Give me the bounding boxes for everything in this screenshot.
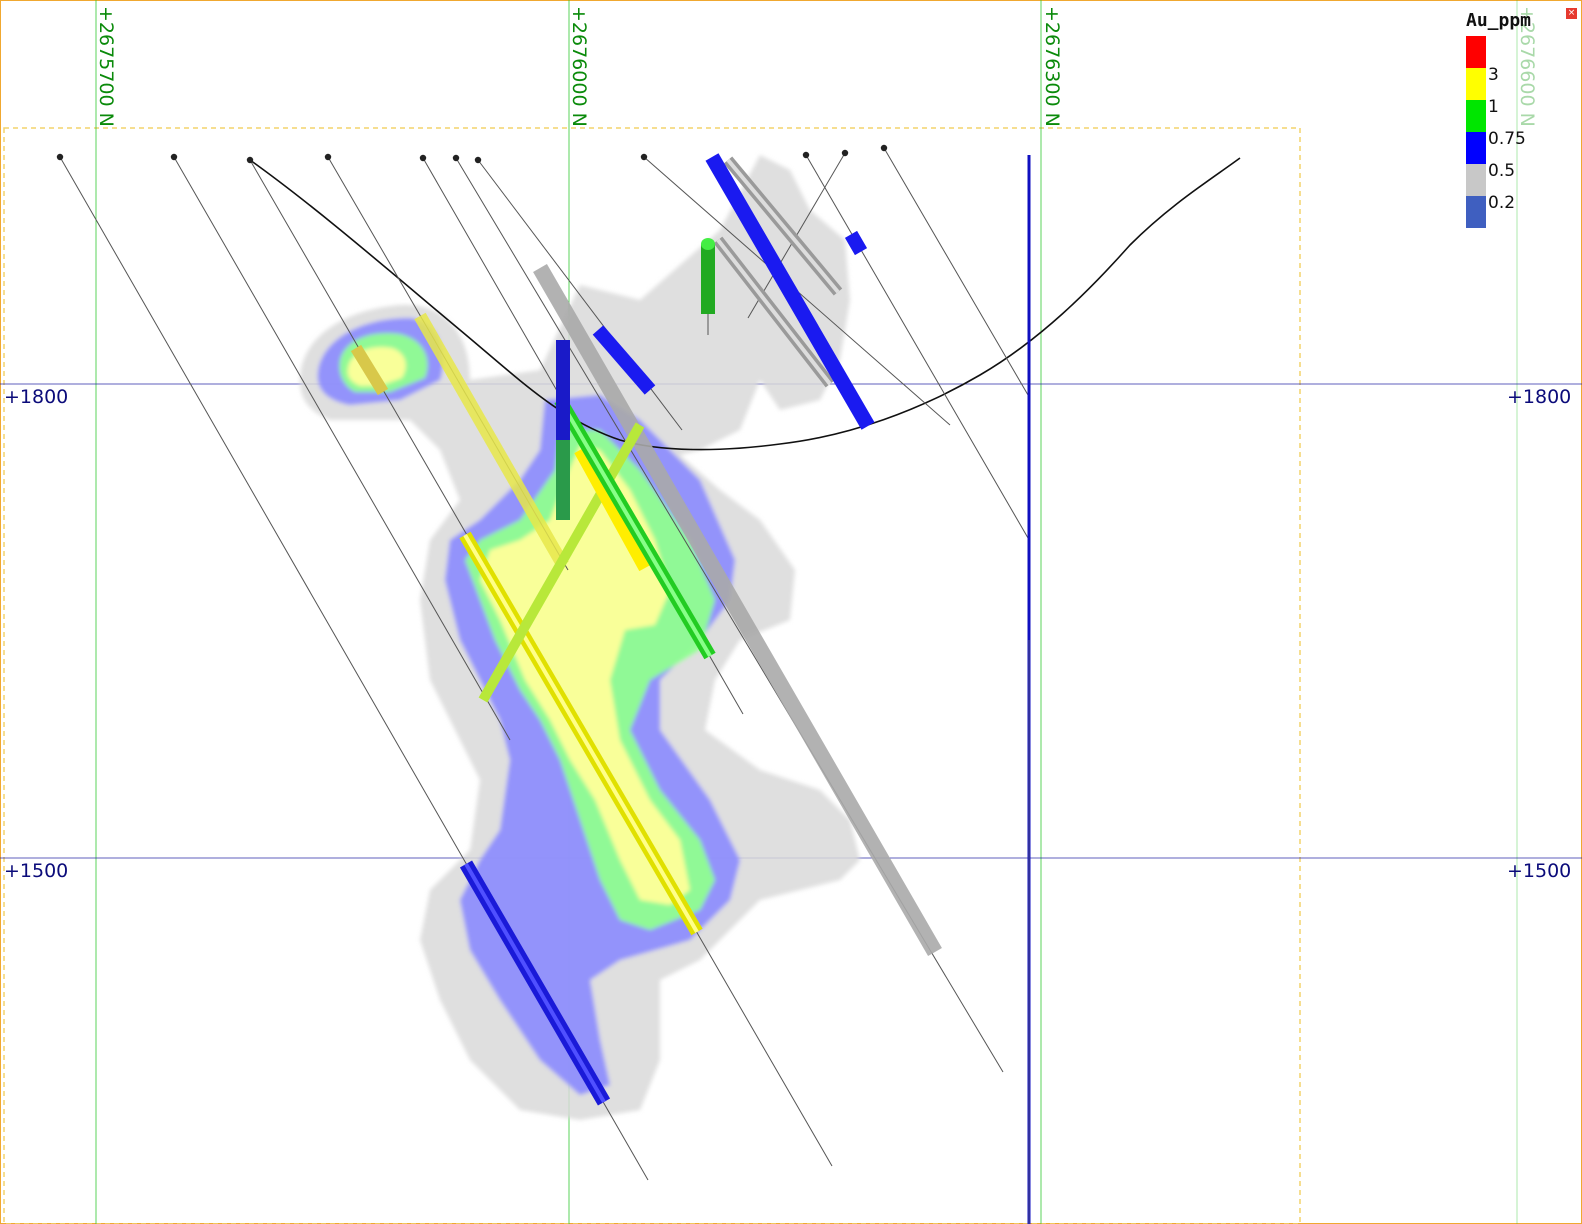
collar-marker[interactable] bbox=[880, 144, 888, 152]
legend-close-icon[interactable]: × bbox=[1566, 8, 1577, 19]
collar-marker[interactable] bbox=[246, 156, 254, 164]
assay-interval-cap bbox=[701, 238, 715, 250]
legend-swatch bbox=[1466, 68, 1486, 100]
collar-marker[interactable] bbox=[324, 153, 332, 161]
elevation-label-left: +1500 bbox=[4, 860, 69, 882]
grade-shells bbox=[300, 155, 860, 1120]
grade-legend[interactable]: Au_ppm × 3 1 0.75 0.5 0.2 bbox=[1462, 8, 1577, 233]
legend-title: Au_ppm bbox=[1466, 10, 1532, 31]
northing-label: +2675700 N bbox=[95, 6, 117, 127]
collar-marker[interactable] bbox=[474, 156, 482, 164]
collar-marker[interactable] bbox=[419, 154, 427, 162]
legend-swatch bbox=[1466, 164, 1486, 196]
legend-swatch bbox=[1466, 132, 1486, 164]
collar-marker[interactable] bbox=[170, 153, 178, 161]
section-canvas bbox=[0, 0, 1582, 1224]
legend-threshold: 0.2 bbox=[1488, 193, 1516, 213]
collar-marker[interactable] bbox=[56, 153, 64, 161]
elevation-label-right: +1500 bbox=[1507, 860, 1572, 882]
collar-marker[interactable] bbox=[802, 151, 810, 159]
legend-swatch bbox=[1466, 36, 1486, 68]
legend-threshold: 0.5 bbox=[1488, 161, 1516, 181]
legend-swatch bbox=[1466, 196, 1486, 228]
northing-label: +2676300 N bbox=[1041, 6, 1063, 127]
legend-threshold: 3 bbox=[1488, 65, 1499, 85]
collar-marker[interactable] bbox=[452, 154, 460, 162]
section-viewport[interactable]: +2675700 N +2676000 N +2676300 N +267660… bbox=[0, 0, 1582, 1224]
northing-label: +2676000 N bbox=[568, 6, 590, 127]
legend-threshold: 0.75 bbox=[1488, 129, 1526, 149]
legend-swatch bbox=[1466, 100, 1486, 132]
drillhole-trace bbox=[883, 147, 1029, 396]
assay-interval[interactable] bbox=[844, 230, 868, 256]
northing-gridlines bbox=[95, 0, 1518, 1224]
legend-threshold: 1 bbox=[1488, 97, 1499, 117]
elevation-label-left: +1800 bbox=[4, 386, 69, 408]
collar-marker[interactable] bbox=[841, 149, 849, 157]
collar-marker[interactable] bbox=[640, 153, 648, 161]
elevation-label-right: +1800 bbox=[1507, 386, 1572, 408]
